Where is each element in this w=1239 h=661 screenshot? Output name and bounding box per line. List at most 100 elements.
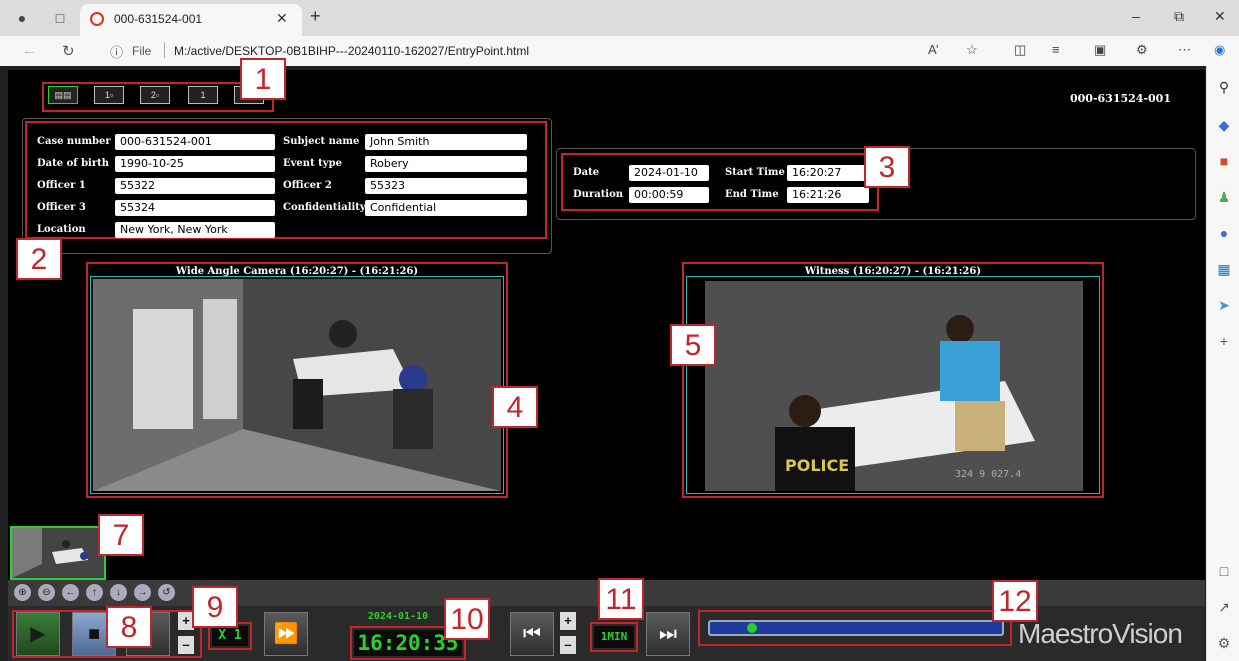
tools-icon[interactable]: ■	[1215, 152, 1233, 170]
games-icon[interactable]: ♟	[1215, 188, 1233, 206]
tab-actions-icon[interactable]: □	[50, 8, 70, 28]
pan-right-icon[interactable]: →	[134, 584, 151, 601]
new-tab-button[interactable]: +	[310, 6, 321, 27]
start-time-label: Start Time	[725, 167, 785, 178]
m365-icon[interactable]: ●	[1215, 224, 1233, 242]
url-text[interactable]: M:/active/DESKTOP-0B1BIHP---20240110-162…	[174, 44, 529, 58]
address-bar: ← ↻ ⓘ File M:/active/DESKTOP-0B1BIHP---2…	[0, 36, 1239, 66]
callout-8: 8	[106, 606, 152, 648]
step-down-button[interactable]: –	[560, 636, 576, 654]
extensions-icon[interactable]: ⚙	[1136, 42, 1148, 58]
tab-title: 000-631524-001	[114, 12, 203, 26]
player-app: ▤▤ 1▫ 2▫ 1 1 000-631524-001 Case number …	[8, 58, 1205, 661]
zoom-out-icon[interactable]: ⊖	[38, 584, 55, 601]
camera2-video[interactable]: POLICE 324 9 027.4	[705, 281, 1083, 491]
refresh-icon[interactable]: ↻	[62, 42, 75, 60]
play-button[interactable]: ▶	[16, 612, 60, 656]
case-number-label: Case number	[37, 136, 111, 147]
case-id-header: 000-631524-001	[1070, 92, 1171, 105]
jump-start-button[interactable]: ⏮	[510, 612, 554, 656]
sidebar-toggle-icon[interactable]: □	[1215, 562, 1233, 580]
location-field[interactable]: New York, New York	[115, 222, 275, 238]
end-time-label: End Time	[725, 189, 779, 200]
step-up-button[interactable]: +	[560, 612, 576, 630]
subject-name-field[interactable]: John Smith	[365, 134, 527, 150]
camera1-video[interactable]	[93, 279, 501, 491]
date-label: Date	[573, 167, 600, 178]
external-link-icon[interactable]: ↗	[1215, 598, 1233, 616]
callout-9: 9	[192, 586, 238, 628]
location-label: Location	[37, 224, 86, 235]
end-time-field[interactable]: 16:21:26	[787, 187, 869, 203]
zoom-in-icon[interactable]: ⊕	[14, 584, 31, 601]
duration-label: Duration	[573, 189, 624, 200]
speed-display: X 1	[212, 626, 248, 646]
callout-4: 4	[492, 386, 538, 428]
callout-5: 5	[670, 324, 716, 366]
officer3-label: Officer 3	[37, 202, 86, 213]
callout-7: 7	[98, 514, 144, 556]
send-icon[interactable]: ➤	[1215, 296, 1233, 314]
callout-12: 12	[992, 580, 1038, 622]
duration-field[interactable]: 00:00:59	[629, 187, 709, 203]
browser-sidebar: ⚲ ◆ ■ ♟ ● ▦ ➤ + □ ↗ ⚙	[1206, 66, 1239, 661]
confidentiality-field[interactable]: Confidential	[365, 200, 527, 216]
camera2-frame[interactable]: POLICE 324 9 027.4	[686, 276, 1100, 494]
info-icon[interactable]: ⓘ	[110, 42, 123, 61]
dob-field[interactable]: 1990-10-25	[115, 156, 275, 172]
pan-up-icon[interactable]: ↑	[86, 584, 103, 601]
outlook-icon[interactable]: ▦	[1215, 260, 1233, 278]
start-time-field[interactable]: 16:20:27	[787, 165, 869, 181]
jump-end-button[interactable]: ⏭	[646, 612, 690, 656]
date-field[interactable]: 2024-01-10	[629, 165, 709, 181]
fast-forward-button[interactable]: ⏩	[264, 612, 308, 656]
search-icon[interactable]: ⚲	[1215, 78, 1233, 96]
transport-bar: ▶ ■ ❚ 8 + – X 1 9 ⏩ 2024-01-10 16:20:35 …	[8, 578, 1205, 661]
camera1-frame[interactable]	[90, 276, 504, 494]
browser-tab[interactable]: 000-631524-001 ✕	[80, 4, 302, 36]
back-icon[interactable]: ←	[22, 42, 37, 59]
add-icon[interactable]: +	[1215, 332, 1233, 350]
layout-dual-button[interactable]: ▤▤	[48, 86, 78, 104]
pan-down-icon[interactable]: ↓	[110, 584, 127, 601]
timeline-slider[interactable]	[708, 620, 1004, 636]
minimize-icon[interactable]: –	[1132, 8, 1140, 24]
reset-view-icon[interactable]: ↺	[158, 584, 175, 601]
officer1-field[interactable]: 55322	[115, 178, 275, 194]
url-scheme-label: File	[132, 44, 152, 58]
thumbnail-preview[interactable]	[10, 526, 106, 580]
split-screen-icon[interactable]: ◫	[1014, 42, 1026, 58]
officer1-label: Officer 1	[37, 180, 86, 191]
layout-one-plus-button[interactable]: 1▫	[94, 86, 124, 104]
layout-single-button[interactable]: 1	[188, 86, 218, 104]
case-metadata-panel: Case number 000-631524-001 Subject name …	[22, 118, 552, 254]
timeline-slider-thumb[interactable]	[746, 623, 757, 633]
officer2-label: Officer 2	[283, 180, 332, 191]
profile-icon[interactable]: ●	[12, 8, 32, 28]
callout-3: 3	[864, 146, 910, 188]
collections-icon[interactable]: ▣	[1094, 42, 1106, 58]
close-window-icon[interactable]: ✕	[1214, 8, 1226, 25]
copilot-icon[interactable]: ◉	[1214, 42, 1225, 58]
event-type-field[interactable]: Robery	[365, 156, 527, 172]
step-unit-display: 1MIN	[594, 626, 634, 648]
event-type-label: Event type	[283, 158, 342, 169]
officer3-field[interactable]: 55324	[115, 200, 275, 216]
callout-1: 1	[240, 58, 286, 100]
restore-icon[interactable]: ⧉	[1174, 8, 1184, 25]
officer2-field[interactable]: 55323	[365, 178, 527, 194]
close-tab-icon[interactable]: ✕	[276, 10, 288, 27]
svg-text:POLICE: POLICE	[785, 456, 849, 475]
read-aloud-icon[interactable]: A’	[928, 42, 939, 57]
favorites-icon[interactable]: ≡	[1052, 42, 1060, 57]
speed-down-button[interactable]: –	[178, 636, 194, 654]
favorite-star-icon[interactable]: ☆	[966, 42, 978, 58]
settings-gear-icon[interactable]: ⚙	[1215, 634, 1233, 652]
more-icon[interactable]: ⋯	[1178, 42, 1191, 58]
shopping-tag-icon[interactable]: ◆	[1215, 116, 1233, 134]
layout-two-plus-button[interactable]: 2▫	[140, 86, 170, 104]
pan-left-icon[interactable]: ←	[62, 584, 79, 601]
case-number-field[interactable]: 000-631524-001	[115, 134, 275, 150]
dob-label: Date of birth	[37, 158, 110, 169]
callout-11: 11	[598, 578, 644, 620]
